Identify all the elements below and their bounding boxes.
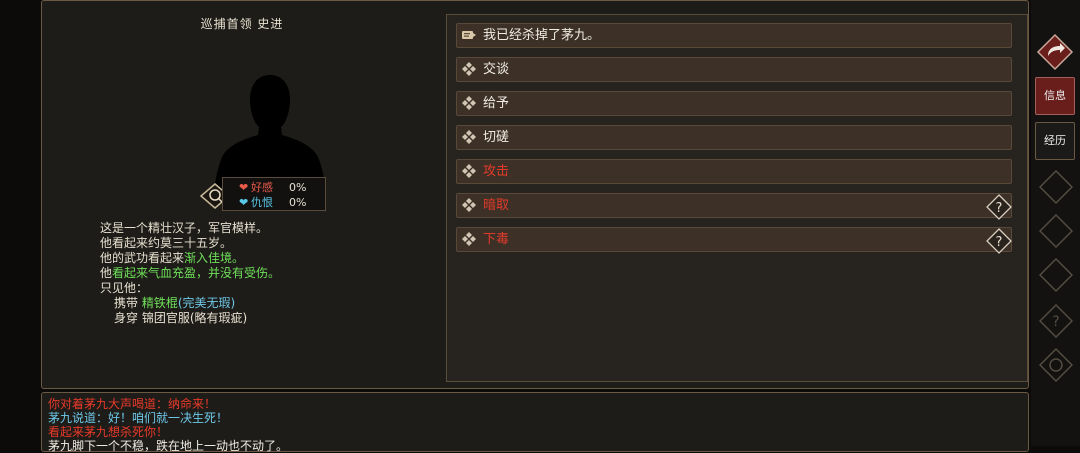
description-line: 这是一个精壮汉子，军官模样。 (100, 221, 269, 235)
return-arrow-icon[interactable] (1035, 32, 1075, 72)
description-text: 他 (100, 266, 113, 280)
action-item[interactable]: 切磋 (456, 125, 1012, 150)
martial-level-text: 渐入佳境。 (184, 251, 245, 265)
character-title: 巡捕首领 史进 (200, 17, 284, 31)
diamond-bullet-icon (462, 62, 476, 76)
relation-favor: ❤ 好感 0% (239, 181, 306, 195)
description-line: 他看起来约莫三十五岁。 (100, 236, 233, 250)
equipment-label: 身穿 (114, 311, 139, 325)
action-item[interactable]: 下毒? (456, 227, 1013, 255)
action-item[interactable]: 暗取? (456, 193, 1013, 221)
relation-label: 好感 (251, 181, 273, 194)
action-label: 暗取 (483, 198, 510, 213)
help-mark: ? (996, 201, 1003, 216)
character-silhouette (214, 75, 326, 189)
character-description: 这是一个精壮汉子，军官模样。 他看起来约莫三十五岁。 他的武功看起来渐入佳境。 … (100, 221, 460, 326)
help-question-icon[interactable]: ? (985, 227, 1013, 255)
description-line: 他的武功看起来渐入佳境。 (100, 251, 460, 266)
relation-label: 仇恨 (251, 196, 273, 209)
history-tab-button[interactable]: 经历 (1035, 122, 1075, 160)
info-tab-button[interactable]: 信息 (1035, 77, 1075, 115)
quest-scroll-icon (462, 31, 476, 39)
log-line: 你对着茅九大声喝道：纳命来！ (48, 397, 217, 411)
message-log: 你对着茅九大声喝道：纳命来！ 茅九说道：好！咱们就一决生死！ 看起来茅九想杀死你！茅… (41, 392, 1029, 453)
equipment-item[interactable]: 锦团官服 (142, 311, 190, 325)
equipment-label: 携带 (114, 296, 139, 310)
equipment-item[interactable]: 精铁棍 (142, 296, 178, 310)
log-line: 茅九说道：好！咱们就一决生死！ (48, 411, 229, 425)
help-mark: ? (996, 235, 1003, 250)
equipment-carry: 携带 精铁棍(完美无瑕) (100, 296, 460, 311)
right-sidebar: 信息 经历 ? (1031, 0, 1080, 446)
study-icon[interactable] (1039, 214, 1073, 248)
action-label: 切磋 (483, 130, 510, 145)
relation-hatred: ❤ 仇恨 0% (239, 196, 306, 210)
equipment-quality: (略有瑕疵) (189, 311, 248, 325)
heart-icon: ❤ (239, 181, 249, 194)
sect-icon[interactable] (1039, 258, 1073, 292)
action-label: 给予 (483, 96, 510, 111)
action-label: 交谈 (483, 62, 510, 77)
action-label: 攻击 (483, 164, 510, 179)
diamond-bullet-icon (462, 164, 476, 178)
log-line: 茅九脚下一个不稳，跌在地上一动也不动了。 (48, 439, 289, 453)
settings-icon[interactable] (1039, 348, 1073, 382)
diamond-bullet-icon (462, 96, 476, 110)
log-line: 看起来茅九想杀死你！ (48, 425, 169, 439)
help-icon[interactable]: ? (1039, 304, 1073, 338)
relation-value: 0% (289, 196, 307, 209)
help-question-icon[interactable]: ? (985, 193, 1013, 221)
diamond-bullet-icon (462, 232, 476, 246)
diamond-bullet-icon (462, 130, 476, 144)
relation-box: ❤ 好感 0% ❤ 仇恨 0% (222, 177, 326, 211)
heart-icon: ❤ (239, 196, 249, 209)
diamond-bullet-icon (462, 198, 476, 212)
action-label: 我已经杀掉了茅九。 (483, 28, 601, 43)
svg-text:?: ? (1052, 314, 1059, 330)
health-status-text: 看起来气血充盈，并没有受伤。 (112, 266, 281, 280)
action-item[interactable]: 攻击 (456, 159, 1012, 184)
description-line: 他看起来气血充盈，并没有受伤。 (100, 266, 460, 281)
skill-icon[interactable] (1039, 170, 1073, 204)
description-line: 只见他： (100, 281, 149, 295)
action-item[interactable]: 给予 (456, 91, 1012, 116)
relation-value: 0% (289, 181, 307, 194)
equipment-quality: (完美无瑕) (177, 296, 236, 310)
action-label: 下毒 (483, 232, 510, 247)
action-item[interactable]: 我已经杀掉了茅九。 (456, 23, 1012, 48)
action-list: 我已经杀掉了茅九。 交谈 给予 切磋 攻击 暗取? 下毒? (446, 14, 1028, 382)
action-item[interactable]: 交谈 (456, 57, 1012, 82)
description-text: 他的武功看起来 (100, 251, 185, 265)
equipment-wear: 身穿 锦团官服(略有瑕疵) (100, 311, 460, 326)
